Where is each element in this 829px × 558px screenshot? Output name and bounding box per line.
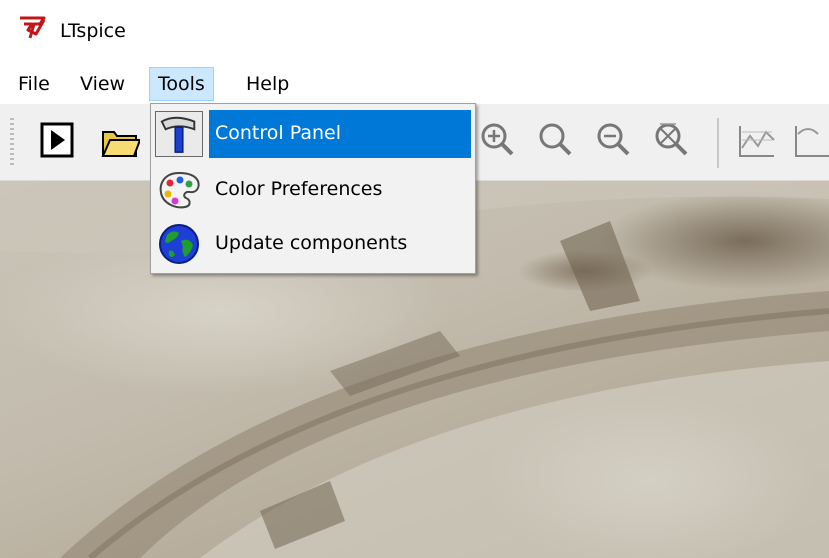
title-bar: LTspice: [0, 0, 829, 64]
toolbar-grip[interactable]: [10, 118, 14, 168]
zoom-full-icon[interactable]: [536, 118, 576, 162]
menu-item-control-panel[interactable]: Control Panel: [151, 107, 475, 159]
menu-item-color-preferences[interactable]: Color Preferences: [151, 163, 475, 215]
menu-help[interactable]: Help: [238, 67, 297, 101]
run-icon[interactable]: [38, 118, 78, 162]
menu-file[interactable]: File: [10, 67, 58, 101]
toolbar-separator: [717, 118, 719, 168]
menu-item-label: Control Panel: [215, 122, 341, 144]
window-title: LTspice: [60, 20, 126, 42]
zoom-cancel-icon[interactable]: [652, 118, 692, 162]
menu-item-update-components[interactable]: Update components: [151, 217, 475, 269]
menu-item-label: Update components: [215, 232, 408, 254]
zoom-out-icon[interactable]: [594, 118, 634, 162]
tools-menu: Control Panel Color Preferences Update c…: [150, 103, 476, 274]
menu-tools[interactable]: Tools: [149, 67, 214, 101]
waveform-icon[interactable]: [736, 118, 776, 162]
palette-icon: [159, 171, 200, 209]
zoom-in-icon[interactable]: [478, 118, 518, 162]
hammer-icon: [155, 111, 203, 157]
open-folder-icon[interactable]: [100, 118, 140, 162]
menu-item-label: Color Preferences: [215, 178, 383, 200]
waveform-icon-2[interactable]: [792, 118, 829, 162]
globe-icon: [159, 224, 199, 264]
ltspice-logo-icon: [20, 16, 46, 39]
menu-view[interactable]: View: [72, 67, 133, 101]
